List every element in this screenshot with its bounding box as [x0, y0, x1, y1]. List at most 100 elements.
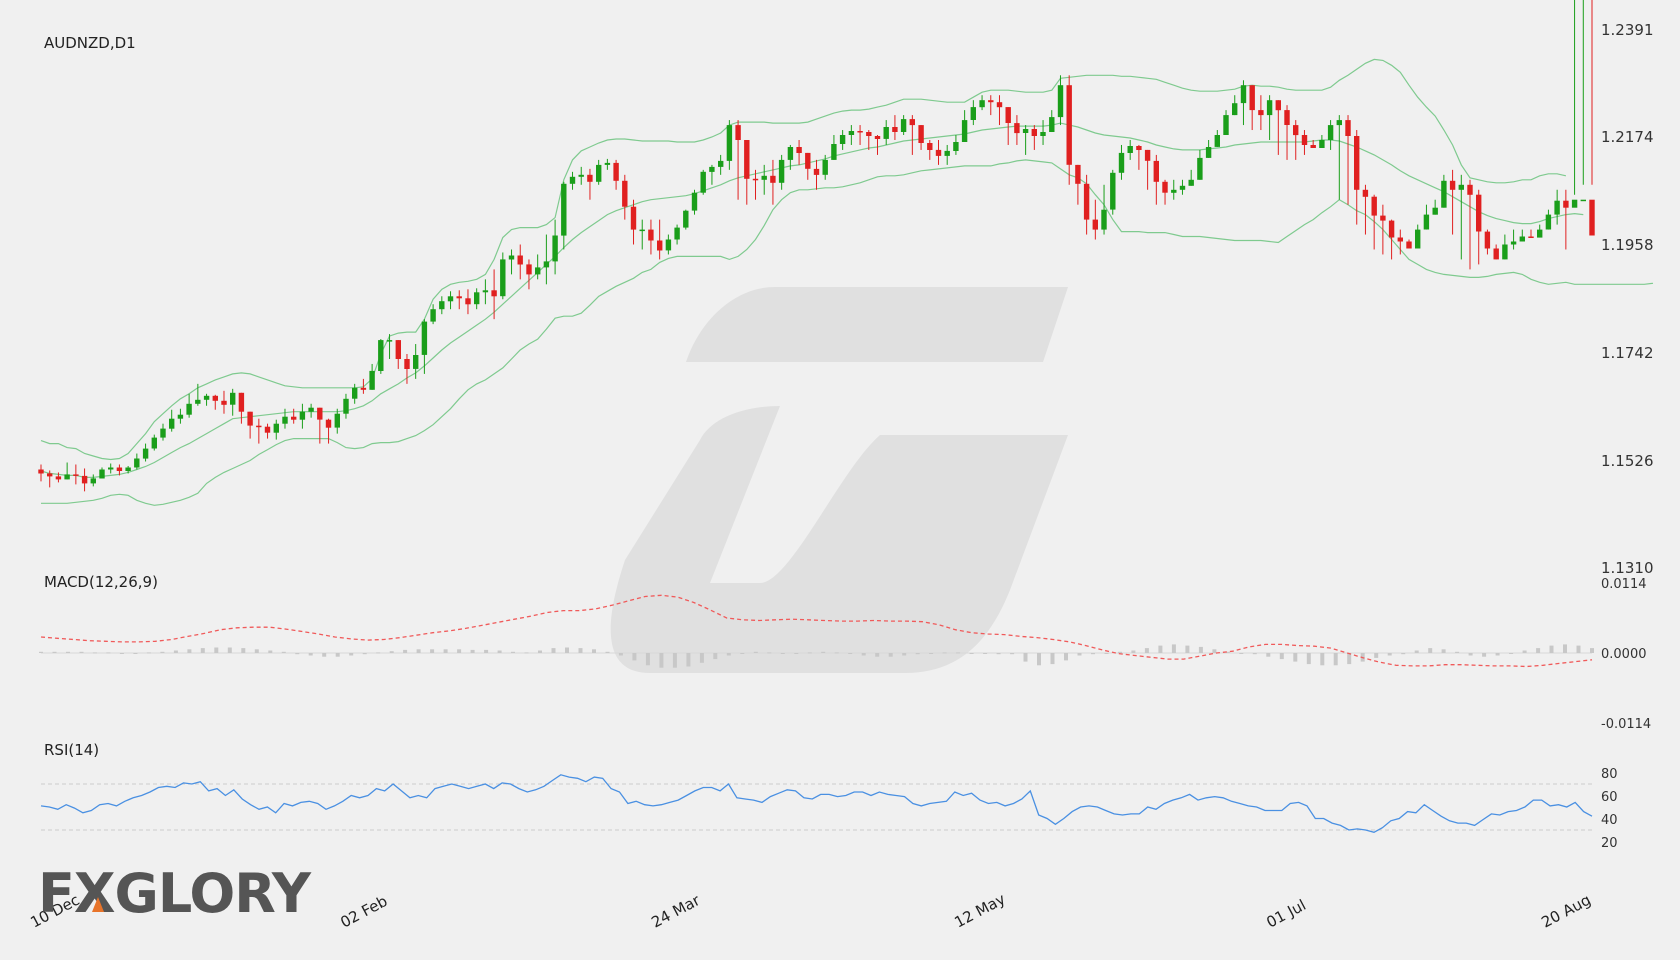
- macd-histogram-bar: [686, 653, 691, 667]
- candle-body: [874, 136, 881, 139]
- candle-body: [482, 290, 489, 293]
- candle-body: [831, 144, 837, 160]
- candle-body: [1049, 117, 1055, 132]
- macd-histogram-bar: [1482, 653, 1487, 657]
- macd-histogram-bar: [848, 653, 853, 654]
- macd-histogram-bar: [1266, 653, 1271, 657]
- candle-body: [735, 125, 741, 140]
- candle-body: [900, 119, 907, 132]
- price-tick-label: 1.1742: [1601, 344, 1654, 362]
- candle-body: [369, 370, 375, 390]
- macd-histogram-bar: [942, 652, 947, 654]
- macd-histogram-bar: [133, 653, 138, 654]
- candle-body: [770, 175, 776, 183]
- candle-body: [517, 255, 523, 265]
- candle-body: [988, 100, 994, 103]
- candle-body: [709, 166, 715, 172]
- candle-body: [116, 467, 123, 471]
- candle-body: [1432, 207, 1438, 215]
- bull-candle: [700, 169, 706, 195]
- candle-body: [264, 426, 271, 433]
- macd-histogram-bar: [484, 649, 489, 653]
- macd-histogram-bar: [1428, 648, 1433, 653]
- candle-body: [918, 125, 924, 143]
- macd-histogram-bar: [146, 652, 151, 654]
- candle-body: [256, 425, 262, 428]
- macd-histogram-bar: [1536, 648, 1541, 653]
- candle-body: [1580, 199, 1586, 202]
- candle-body: [1066, 85, 1072, 165]
- macd-histogram-bar: [268, 650, 273, 653]
- candle-body: [787, 147, 794, 160]
- candle-body: [299, 411, 306, 420]
- candle-body: [961, 120, 968, 142]
- macd-histogram-bar: [349, 653, 354, 656]
- candle-body: [1153, 160, 1159, 182]
- price-tick-label: 1.2391: [1601, 21, 1654, 39]
- macd-histogram-bar: [578, 648, 583, 653]
- candle-body: [761, 175, 767, 180]
- macd-histogram-bar: [295, 653, 300, 655]
- macd-histogram-bar: [1077, 653, 1082, 656]
- candle-body: [883, 127, 889, 139]
- candle-body: [1266, 100, 1273, 116]
- candle-body: [500, 259, 506, 297]
- macd-histogram-bar: [983, 653, 988, 654]
- candle-body: [1197, 157, 1203, 180]
- candle-body: [970, 107, 976, 120]
- rsi-title: RSI(14): [44, 741, 99, 759]
- candle-body: [1354, 136, 1360, 190]
- candle-body: [195, 399, 201, 404]
- candle-body: [665, 239, 672, 251]
- macd-histogram-bar: [1091, 653, 1095, 655]
- macd-histogram-bar: [740, 653, 745, 654]
- candle-body: [535, 267, 541, 275]
- candle-body: [604, 162, 611, 165]
- macd-histogram-bar: [416, 649, 421, 653]
- macd-histogram-bar: [119, 653, 124, 654]
- macd-histogram-bar: [524, 652, 529, 654]
- bull-candle: [500, 252, 506, 300]
- candle-body: [474, 292, 480, 305]
- macd-histogram-bar: [254, 649, 259, 653]
- macd-histogram-bar: [969, 653, 974, 654]
- candle-body: [386, 340, 393, 342]
- candle-body: [238, 392, 245, 412]
- macd-histogram-bar: [713, 653, 718, 660]
- candle-body: [1040, 132, 1046, 136]
- macd-histogram-bar: [1171, 644, 1176, 653]
- candle-body: [343, 398, 349, 414]
- candle-body: [273, 423, 279, 433]
- candle-body: [543, 261, 550, 268]
- macd-histogram-bar: [511, 651, 515, 653]
- macd-histogram-bar: [335, 653, 340, 657]
- candle-body: [221, 400, 227, 405]
- macd-tick-label: 0.0114: [1601, 577, 1647, 592]
- macd-title: MACD(12,26,9): [44, 573, 158, 591]
- candle-body: [944, 150, 950, 156]
- candle-body: [1336, 120, 1342, 126]
- macd-histogram-bar: [565, 647, 569, 653]
- macd-histogram-bar: [875, 653, 880, 657]
- macd-histogram-bar: [645, 653, 650, 666]
- candle-body: [308, 407, 314, 412]
- candle-body: [1563, 200, 1569, 208]
- macd-histogram-bar: [39, 651, 43, 653]
- candle-body: [1014, 123, 1020, 134]
- candle-body: [1467, 184, 1473, 195]
- macd-histogram-bar: [241, 648, 246, 653]
- candle-body: [1057, 85, 1064, 118]
- candle-body: [1275, 100, 1281, 111]
- candle-body: [1423, 214, 1430, 230]
- macd-histogram-bar: [861, 653, 866, 656]
- candle-body: [1362, 189, 1369, 197]
- macd-histogram-bar: [1023, 653, 1028, 662]
- candle-body: [1380, 215, 1386, 221]
- macd-histogram-bar: [1509, 653, 1514, 654]
- candle-body: [1293, 125, 1299, 136]
- candle-body: [1537, 229, 1543, 238]
- macd-histogram-bar: [1320, 653, 1325, 666]
- candle-body: [1484, 231, 1491, 249]
- candle-body: [1144, 149, 1151, 161]
- candle-body: [1092, 219, 1098, 230]
